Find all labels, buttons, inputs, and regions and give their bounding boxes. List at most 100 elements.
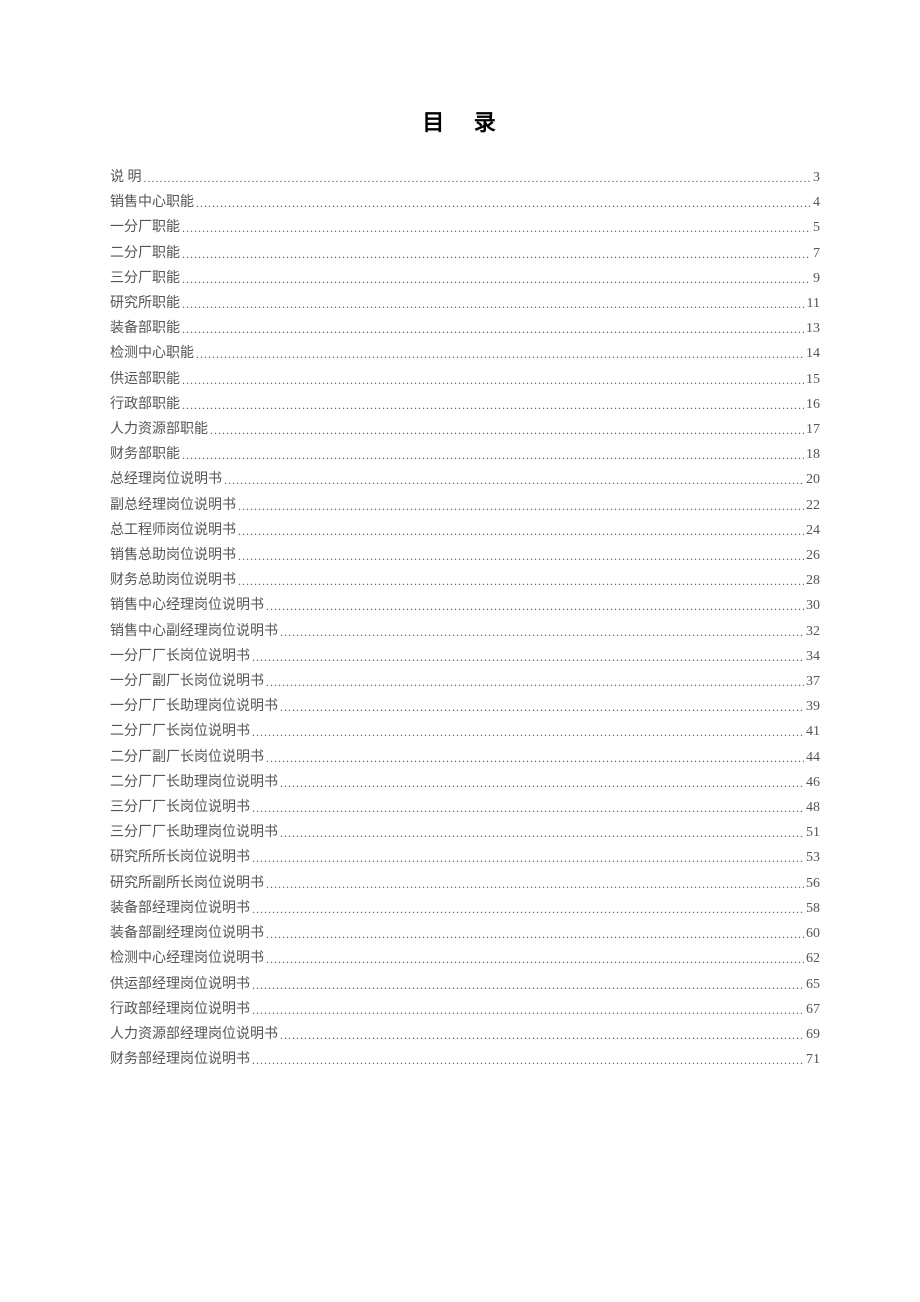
- toc-leader-dots: [182, 216, 811, 241]
- toc-leader-dots: [238, 544, 804, 569]
- toc-entry-label: 供运部职能: [110, 368, 180, 392]
- toc-leader-dots: [252, 1048, 804, 1073]
- toc-entry-page: 53: [806, 846, 820, 870]
- toc-entry-page: 11: [807, 292, 820, 316]
- toc-entry[interactable]: 销售总助岗位说明书26: [110, 543, 820, 568]
- toc-entry[interactable]: 供运部职能15: [110, 367, 820, 392]
- toc-entry[interactable]: 研究所职能 11: [110, 291, 820, 316]
- toc-leader-dots: [280, 821, 804, 846]
- toc-entry[interactable]: 总经理岗位说明书20: [110, 467, 820, 492]
- toc-entry[interactable]: 财务部经理岗位说明书71: [110, 1047, 820, 1072]
- toc-entry-label: 装备部职能: [110, 317, 180, 341]
- toc-entry[interactable]: 装备部副经理岗位说明书 60: [110, 921, 820, 946]
- toc-entry-label: 行政部职能: [110, 393, 180, 417]
- toc-entry[interactable]: 销售中心职能4: [110, 190, 820, 215]
- toc-entry[interactable]: 三分厂厂长助理岗位说明书51: [110, 820, 820, 845]
- toc-entry-page: 51: [806, 821, 820, 845]
- toc-entry-label: 检测中心经理岗位说明书: [110, 947, 264, 971]
- toc-entry-page: 24: [806, 519, 820, 543]
- toc-entry-label: 人力资源部经理岗位说明书: [110, 1023, 278, 1047]
- toc-entry-label: 供运部经理岗位说明书: [110, 973, 250, 997]
- toc-entry[interactable]: 财务部职能18: [110, 442, 820, 467]
- toc-entry-page: 7: [813, 242, 820, 266]
- toc-entry-page: 60: [806, 922, 820, 946]
- toc-leader-dots: [266, 872, 804, 897]
- toc-leader-dots: [144, 166, 812, 191]
- toc-entry[interactable]: 研究所所长岗位说明书 53: [110, 845, 820, 870]
- toc-entry[interactable]: 一分厂厂长助理岗位说明书 39: [110, 694, 820, 719]
- toc-entry-label: 一分厂副厂长岗位说明书: [110, 670, 264, 694]
- toc-entry-page: 39: [806, 695, 820, 719]
- toc-entry[interactable]: 人力资源部经理岗位说明书69: [110, 1022, 820, 1047]
- toc-leader-dots: [252, 998, 804, 1023]
- toc-entry-page: 37: [806, 670, 820, 694]
- toc-entry-page: 20: [806, 468, 820, 492]
- toc-entry-label: 一分厂厂长助理岗位说明书: [110, 695, 278, 719]
- toc-entry-page: 17: [806, 418, 820, 442]
- toc-leader-dots: [238, 494, 804, 519]
- toc-entry-label: 销售中心副经理岗位说明书: [110, 620, 278, 644]
- toc-entry-label: 二分厂厂长岗位说明书: [110, 720, 250, 744]
- toc-entry-label: 二分厂副厂长岗位说明书: [110, 746, 264, 770]
- toc-entry[interactable]: 行政部职能 16: [110, 392, 820, 417]
- toc-leader-dots: [196, 342, 804, 367]
- toc-leader-dots: [252, 720, 804, 745]
- toc-entry[interactable]: 销售中心副经理岗位说明书 32: [110, 619, 820, 644]
- toc-entry-label: 副总经理岗位说明书: [110, 494, 236, 518]
- toc-entry-label: 研究所职能: [110, 292, 180, 316]
- toc-entry[interactable]: 研究所副所长岗位说明书56: [110, 871, 820, 896]
- toc-leader-dots: [182, 317, 804, 342]
- toc-leader-dots: [210, 418, 804, 443]
- toc-leader-dots: [224, 468, 804, 493]
- toc-entry-label: 研究所所长岗位说明书: [110, 846, 250, 870]
- toc-leader-dots: [252, 846, 804, 871]
- toc-entry-page: 18: [806, 443, 820, 467]
- toc-entry-page: 65: [806, 973, 820, 997]
- toc-entry-page: 58: [806, 897, 820, 921]
- toc-entry-label: 装备部经理岗位说明书: [110, 897, 250, 921]
- toc-entry-page: 41: [806, 720, 820, 744]
- toc-entry-label: 装备部副经理岗位说明书: [110, 922, 264, 946]
- toc-entry[interactable]: 二分厂副厂长岗位说明书 44: [110, 745, 820, 770]
- toc-leader-dots: [252, 796, 804, 821]
- toc-entry[interactable]: 供运部经理岗位说明书 65: [110, 972, 820, 997]
- toc-entry[interactable]: 一分厂副厂长岗位说明书 37: [110, 669, 820, 694]
- toc-entry-label: 说 明: [110, 166, 142, 190]
- toc-entry[interactable]: 装备部职能13: [110, 316, 820, 341]
- toc-entry-label: 总工程师岗位说明书: [110, 519, 236, 543]
- toc-entry[interactable]: 行政部经理岗位说明书67: [110, 997, 820, 1022]
- toc-entry[interactable]: 销售中心经理岗位说明书30: [110, 593, 820, 618]
- toc-leader-dots: [252, 897, 804, 922]
- toc-entry[interactable]: 二分厂厂长助理岗位说明书46: [110, 770, 820, 795]
- toc-entry-page: 34: [806, 645, 820, 669]
- toc-leader-dots: [182, 368, 804, 393]
- toc-entry[interactable]: 二分厂职能7: [110, 241, 820, 266]
- toc-entry-page: 26: [806, 544, 820, 568]
- toc-entry-label: 二分厂厂长助理岗位说明书: [110, 771, 278, 795]
- toc-entry[interactable]: 装备部经理岗位说明书 58: [110, 896, 820, 921]
- toc-entry[interactable]: 说 明3: [110, 165, 820, 190]
- toc-leader-dots: [280, 695, 804, 720]
- toc-entry[interactable]: 总工程师岗位说明书 24: [110, 518, 820, 543]
- toc-entry[interactable]: 二分厂厂长岗位说明书 41: [110, 719, 820, 744]
- toc-entry-page: 44: [806, 746, 820, 770]
- toc-entry-label: 行政部经理岗位说明书: [110, 998, 250, 1022]
- toc-entry[interactable]: 检测中心经理岗位说明书62: [110, 946, 820, 971]
- toc-entry-page: 48: [806, 796, 820, 820]
- toc-leader-dots: [252, 645, 804, 670]
- toc-entry[interactable]: 一分厂厂长岗位说明书34: [110, 644, 820, 669]
- toc-entry[interactable]: 三分厂职能9: [110, 266, 820, 291]
- toc-entry[interactable]: 副总经理岗位说明书 22: [110, 493, 820, 518]
- toc-entry[interactable]: 人力资源部职能17: [110, 417, 820, 442]
- toc-entry[interactable]: 检测中心职能14: [110, 341, 820, 366]
- toc-entry-page: 32: [806, 620, 820, 644]
- toc-entry-page: 22: [806, 494, 820, 518]
- toc-container: 说 明3销售中心职能4一分厂职能5二分厂职能7三分厂职能9研究所职能11装备部职…: [110, 165, 820, 1072]
- toc-entry-page: 16: [806, 393, 820, 417]
- toc-entry[interactable]: 三分厂厂长岗位说明书48: [110, 795, 820, 820]
- toc-leader-dots: [266, 670, 804, 695]
- toc-entry-page: 30: [806, 594, 820, 618]
- toc-entry[interactable]: 一分厂职能5: [110, 215, 820, 240]
- toc-entry[interactable]: 财务总助岗位说明书28: [110, 568, 820, 593]
- toc-leader-dots: [252, 973, 804, 998]
